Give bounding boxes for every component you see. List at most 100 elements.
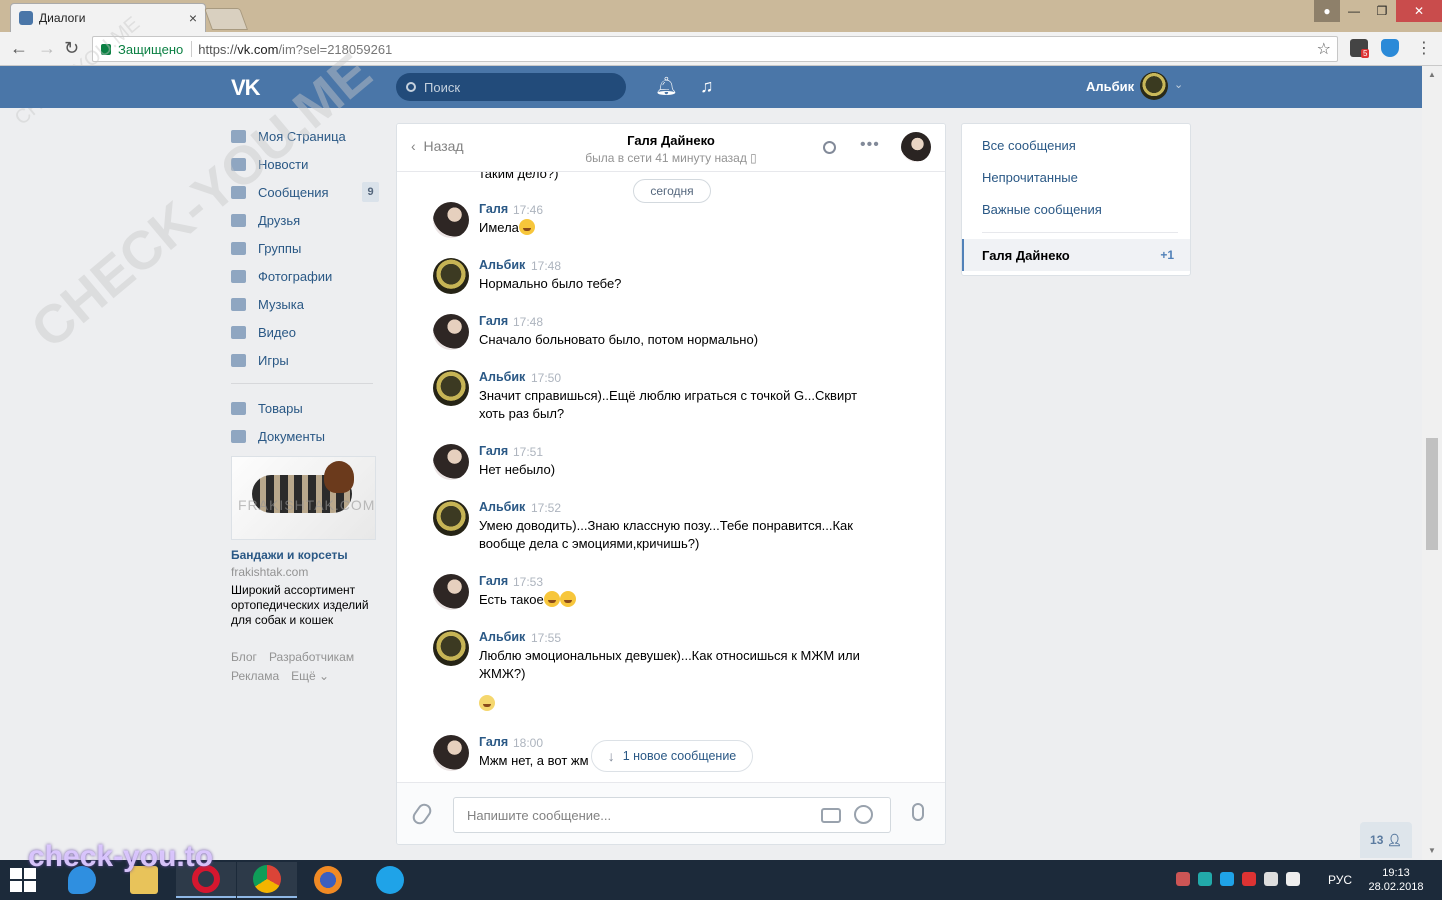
- message-avatar[interactable]: [433, 370, 469, 406]
- message-author[interactable]: Галя: [479, 574, 508, 588]
- taskbar-clock[interactable]: 19:13 28.02.2018: [1368, 866, 1424, 894]
- menu-kebab-icon[interactable]: ⋮: [1416, 38, 1432, 58]
- date-divider: сегодня: [633, 179, 711, 203]
- message-text-content: Люблю эмоциональных девушек)...Как относ…: [479, 648, 860, 681]
- message-avatar[interactable]: [433, 735, 469, 771]
- chat-search-icon[interactable]: [823, 141, 836, 154]
- header-avatar[interactable]: [1140, 72, 1168, 100]
- tray-opera-icon[interactable]: [1242, 872, 1256, 886]
- message-time[interactable]: 17:55: [531, 631, 561, 645]
- music-note-icon[interactable]: ♫: [700, 76, 714, 97]
- shield-extension-icon[interactable]: [1381, 39, 1399, 57]
- message-time[interactable]: 17:50: [531, 371, 561, 385]
- message-time[interactable]: 17:51: [513, 445, 543, 459]
- message-time[interactable]: 18:00: [513, 736, 543, 750]
- sidebar-item[interactable]: Группы: [231, 234, 379, 262]
- folder-unread[interactable]: Непрочитанные: [982, 170, 1078, 185]
- sidebar-item[interactable]: Новости: [231, 150, 379, 178]
- sidebar-item[interactable]: Музыка: [231, 290, 379, 318]
- ad-image[interactable]: FRAKISHTAK.COM: [231, 456, 376, 540]
- footer-links: Блог Разработчикам Реклама Ещё ⌄: [231, 648, 379, 686]
- camera-icon[interactable]: [821, 808, 841, 823]
- ad-title[interactable]: Бандажи и корсеты: [231, 548, 379, 562]
- message-author[interactable]: Альбик: [479, 370, 525, 384]
- scroll-up-icon[interactable]: ▲: [1428, 70, 1436, 79]
- attach-paperclip-icon[interactable]: [409, 800, 435, 828]
- sidebar-item[interactable]: Фотографии: [231, 262, 379, 290]
- header-user-name[interactable]: Альбик: [1086, 79, 1134, 94]
- sidebar-item[interactable]: Товары: [231, 394, 379, 422]
- folder-active-dialog[interactable]: Галя Дайнеко +1: [962, 239, 1190, 271]
- ad-domain[interactable]: frakishtak.com: [231, 565, 379, 579]
- message-time[interactable]: 17:46: [513, 203, 543, 217]
- message-author[interactable]: Галя: [479, 444, 508, 458]
- message-avatar[interactable]: [433, 444, 469, 480]
- emoji-smile-icon[interactable]: [854, 805, 873, 824]
- sidebar-item[interactable]: Сообщения 9: [231, 178, 379, 206]
- notifications-bell-icon[interactable]: 🔔︎: [655, 76, 678, 97]
- sidebar-item[interactable]: Документы: [231, 422, 379, 450]
- bookmark-star-icon[interactable]: ☆: [1317, 39, 1331, 59]
- language-indicator[interactable]: РУС: [1328, 873, 1352, 887]
- address-bar[interactable]: Защищено https://vk.com/im?sel=218059261…: [92, 36, 1338, 62]
- scroll-down-icon[interactable]: ▼: [1428, 846, 1436, 855]
- more-dots-icon[interactable]: •••: [860, 136, 880, 154]
- sidebar-item[interactable]: Моя Страница: [231, 122, 379, 150]
- message-time[interactable]: 17:52: [531, 501, 561, 515]
- windows-taskbar: РУС 19:13 28.02.2018: [0, 860, 1442, 900]
- message-avatar[interactable]: [433, 314, 469, 350]
- new-tab-button[interactable]: [203, 8, 249, 30]
- folder-all-messages[interactable]: Все сообщения: [982, 138, 1076, 153]
- profile-icon[interactable]: ●: [1314, 0, 1340, 22]
- message-avatar[interactable]: [433, 574, 469, 610]
- message-folders: Все сообщения Непрочитанные Важные сообщ…: [961, 123, 1191, 276]
- message-history[interactable]: таким дело?) сегодня Галя 17:46 Имела Альби…: [397, 172, 945, 782]
- contact-avatar[interactable]: [901, 132, 931, 162]
- forward-arrow-icon[interactable]: →: [38, 38, 56, 59]
- scrollbar-thumb[interactable]: [1426, 438, 1438, 550]
- footer-blog-link[interactable]: Блог: [231, 650, 257, 664]
- chevron-down-icon[interactable]: ⌄: [1174, 78, 1183, 91]
- message-time[interactable]: 17:53: [513, 575, 543, 589]
- message-author[interactable]: Галя: [479, 202, 508, 216]
- message-avatar[interactable]: [433, 202, 469, 238]
- sidebar-item[interactable]: Друзья: [231, 206, 379, 234]
- message-author[interactable]: Галя: [479, 314, 508, 328]
- sidebar-item[interactable]: Игры: [231, 346, 379, 374]
- message-avatar[interactable]: [433, 500, 469, 536]
- tray-volume-icon[interactable]: [1286, 872, 1300, 886]
- message-avatar[interactable]: [433, 258, 469, 294]
- message-time[interactable]: 17:48: [531, 259, 561, 273]
- online-friends-button[interactable]: 13 👤︎: [1360, 822, 1412, 858]
- message-avatar[interactable]: [433, 630, 469, 666]
- message-author[interactable]: Альбик: [479, 630, 525, 644]
- message-author[interactable]: Галя: [479, 735, 508, 749]
- minimize-button[interactable]: —: [1340, 0, 1368, 22]
- browser-tab-dialogs[interactable]: Диалоги ×: [10, 3, 206, 32]
- tray-icon-1[interactable]: [1176, 872, 1190, 886]
- vk-logo[interactable]: VK: [231, 75, 261, 101]
- taskbar-skype-icon[interactable]: [360, 862, 420, 898]
- message-author[interactable]: Альбик: [479, 258, 525, 272]
- footer-more-link[interactable]: Ещё ⌄: [291, 669, 329, 683]
- restore-button[interactable]: ❐: [1368, 0, 1396, 22]
- taskbar-firefox-icon[interactable]: [298, 862, 358, 898]
- page-scrollbar[interactable]: ▲ ▼: [1422, 66, 1442, 860]
- close-window-button[interactable]: ✕: [1396, 0, 1442, 22]
- message-time[interactable]: 17:48: [513, 315, 543, 329]
- tray-icon-2[interactable]: [1198, 872, 1212, 886]
- arrow-down-icon: ↓: [607, 748, 615, 764]
- footer-ads-link[interactable]: Реклама: [231, 669, 279, 683]
- microphone-icon[interactable]: [912, 803, 924, 821]
- tray-network-icon[interactable]: [1264, 872, 1278, 886]
- tray-skype-icon[interactable]: [1220, 872, 1234, 886]
- tab-close-icon[interactable]: ×: [189, 10, 197, 26]
- taskbar-chrome-icon[interactable]: [237, 862, 297, 898]
- sidebar-item[interactable]: Видео: [231, 318, 379, 346]
- message-author[interactable]: Альбик: [479, 500, 525, 514]
- back-arrow-icon[interactable]: ←: [10, 38, 28, 59]
- search-input[interactable]: Поиск: [396, 73, 626, 101]
- new-messages-button[interactable]: ↓ 1 новое сообщение: [591, 740, 753, 772]
- footer-devs-link[interactable]: Разработчикам: [269, 650, 354, 664]
- folder-important[interactable]: Важные сообщения: [982, 202, 1102, 217]
